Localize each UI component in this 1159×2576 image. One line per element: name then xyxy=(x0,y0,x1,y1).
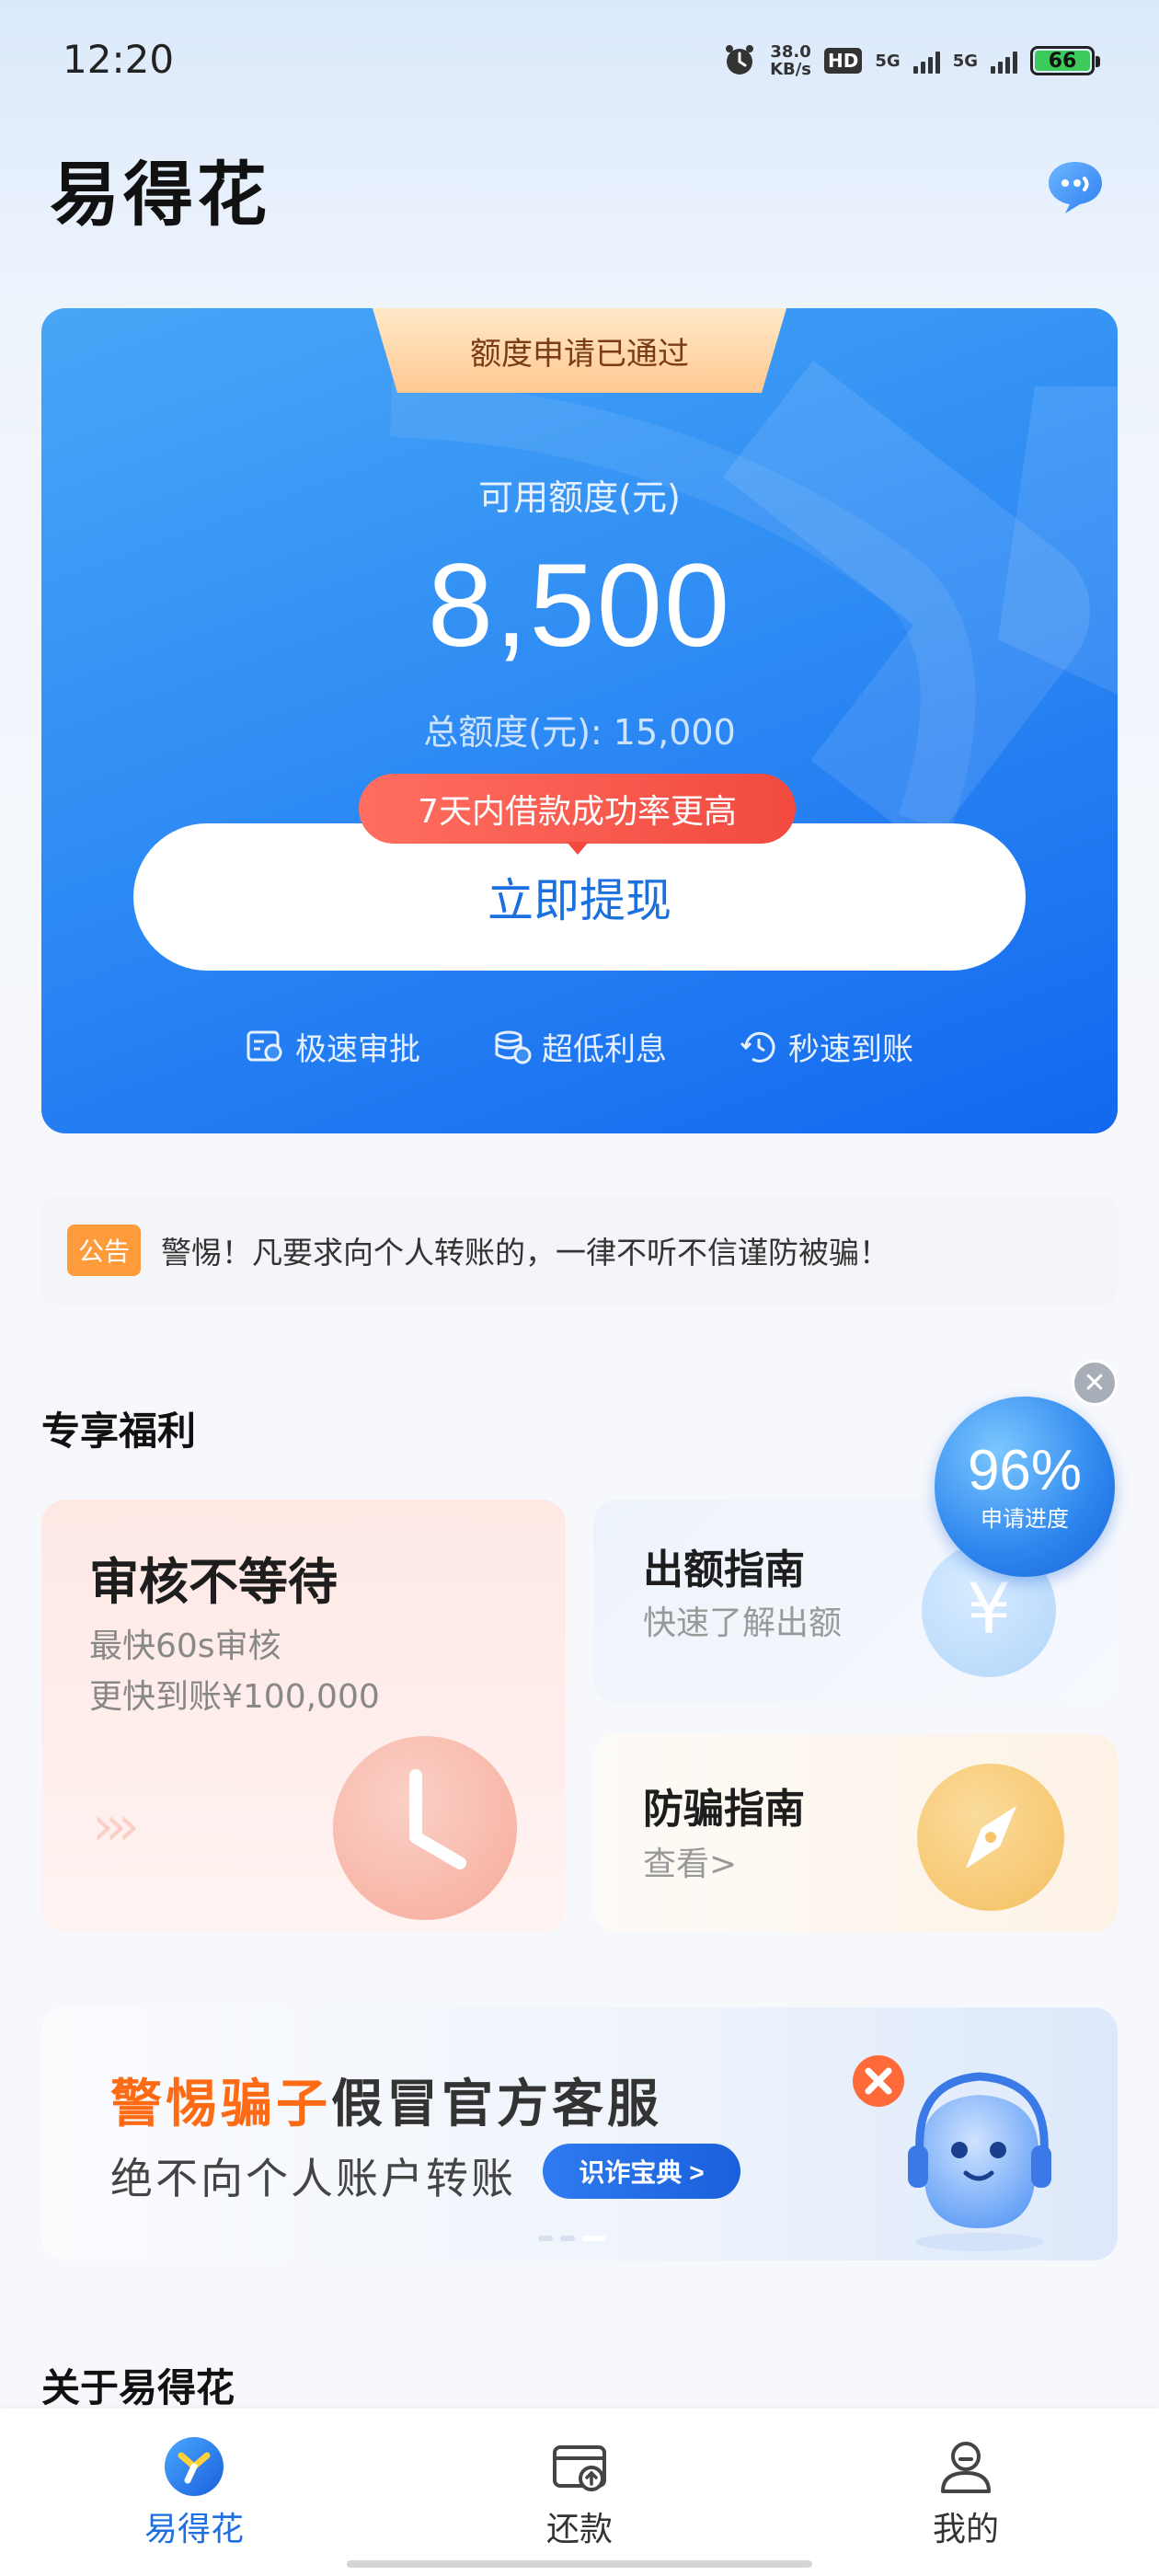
tab-profile[interactable]: 我的 xyxy=(874,2436,1058,2550)
repay-icon xyxy=(553,2445,606,2491)
battery-level: 66 xyxy=(1035,50,1090,73)
feature-low-interest: 超低利息 xyxy=(492,1024,667,1069)
tab-label: 我的 xyxy=(932,2511,999,2548)
available-credit-label: 可用额度(元) xyxy=(478,477,681,518)
carousel-indicator xyxy=(538,2236,606,2241)
review-card-title: 审核不等待 xyxy=(89,1553,338,1611)
fraud-guide-title: 防骗指南 xyxy=(643,1786,805,1833)
feature-label: 秒速到账 xyxy=(788,1031,913,1068)
notice-bar[interactable]: 公告 警惕！凡要求向个人转账的，一律不听不信谨防被骗！ xyxy=(41,1196,1118,1305)
notice-tag: 公告 xyxy=(67,1225,142,1276)
banner-headline-emphasis: 警惕骗子 xyxy=(110,2075,331,2134)
feature-fast-approval: 极速审批 xyxy=(246,1024,420,1069)
total-credit-line: 总额度(元): 15,000 xyxy=(423,712,736,753)
feature-label: 超低利息 xyxy=(542,1031,667,1068)
compass-icon xyxy=(917,1764,1064,1911)
anti-fraud-banner[interactable]: 警惕骗子假冒官方客服 绝不向个人账户转账 识诈宝典 > xyxy=(41,2007,1118,2260)
hd-badge: HD xyxy=(824,48,863,74)
feature-label: 极速审批 xyxy=(295,1031,420,1068)
notice-text: 警惕！凡要求向个人转账的，一律不听不信谨防被骗！ xyxy=(161,1235,890,1271)
status-icons: 38.0 KB/s HD 5G 5G 66 xyxy=(722,40,1100,81)
feature-instant-arrival: 秒速到账 xyxy=(739,1024,913,1069)
net-speed-unit: KB/s xyxy=(770,60,812,79)
tab-label: 还款 xyxy=(545,2511,613,2548)
net-speed: 38.0 KB/s xyxy=(770,43,811,78)
svg-text:¥: ¥ xyxy=(967,1568,1011,1650)
quota-guide-title: 出额指南 xyxy=(643,1547,805,1593)
profile-icon xyxy=(941,2442,991,2493)
banner-headline-rest: 假冒官方客服 xyxy=(331,2075,662,2134)
benefits-section-title: 专享福利 xyxy=(41,1409,197,1454)
battery-icon: 66 xyxy=(1030,46,1100,75)
credit-card: 额度申请已通过 可用额度(元) 8,500 总额度(元): 15,000 立即提… xyxy=(41,308,1118,1133)
network-5g-1: 5G xyxy=(875,51,901,71)
quota-guide-subtitle: 快速了解出额 xyxy=(643,1604,843,1642)
tab-label: 易得花 xyxy=(143,2511,244,2548)
chat-bubble-icon xyxy=(1049,162,1102,213)
tab-home[interactable]: 易得花 xyxy=(102,2436,286,2550)
network-5g-2: 5G xyxy=(952,51,978,71)
review-card-line1: 最快60s审核 xyxy=(89,1627,281,1665)
progress-label: 申请进度 xyxy=(981,1505,1069,1532)
status-time: 12:20 xyxy=(63,37,175,82)
carousel-dot-active xyxy=(582,2236,606,2241)
robot-support-icon xyxy=(853,2055,1051,2251)
progress-percent: 96% xyxy=(967,1438,1083,1502)
clock-icon xyxy=(333,1736,517,1920)
fraud-guide-card[interactable]: 防骗指南 查看> xyxy=(593,1734,1118,1932)
alarm-icon xyxy=(726,45,754,75)
fraud-guide-button[interactable]: 识诈宝典 > xyxy=(543,2144,740,2199)
approval-status-ribbon: 额度申请已通过 xyxy=(373,308,786,393)
coins-icon xyxy=(495,1030,532,1064)
bottom-tab-bar: 易得花 还款 我的 xyxy=(0,2409,1159,2576)
review-card[interactable]: 审核不等待 最快60s审核 更快到账¥100,000 ››› xyxy=(41,1500,566,1932)
clock-arrow-icon xyxy=(740,1031,775,1063)
fraud-guide-link[interactable]: 查看> xyxy=(643,1837,737,1885)
chevrons-icon: ››› xyxy=(92,1794,140,1858)
status-bar: 12:20 38.0 KB/s HD 5G 5G 66 xyxy=(0,0,1159,120)
signal-icon-2 xyxy=(991,48,1017,74)
close-icon[interactable]: ✕ xyxy=(1072,1360,1118,1406)
net-speed-value: 38.0 xyxy=(770,42,811,62)
about-section-title: 关于易得花 xyxy=(41,2365,235,2410)
tab-repay[interactable]: 还款 xyxy=(488,2436,671,2550)
carousel-dot xyxy=(538,2236,553,2241)
banner-headline: 警惕骗子假冒官方客服 xyxy=(110,2063,662,2137)
banner-subline: 绝不向个人账户转账 xyxy=(110,2154,516,2203)
promo-tag: 7天内借款成功率更高 xyxy=(359,774,796,855)
home-indicator[interactable] xyxy=(347,2560,812,2568)
customer-service-button[interactable] xyxy=(1045,158,1106,215)
signal-icon xyxy=(912,48,940,74)
app-title: 易得花 xyxy=(50,154,270,236)
home-logo-icon xyxy=(165,2437,224,2496)
approval-icon xyxy=(247,1030,282,1061)
carousel-dot xyxy=(560,2236,575,2241)
application-progress-bubble[interactable]: 96% 申请进度 xyxy=(935,1397,1115,1577)
available-credit-amount: 8,500 xyxy=(427,540,732,672)
feature-list: 极速审批 超低利息 秒速到账 xyxy=(41,1024,1118,1069)
review-card-line2: 更快到账¥100,000 xyxy=(89,1678,380,1716)
